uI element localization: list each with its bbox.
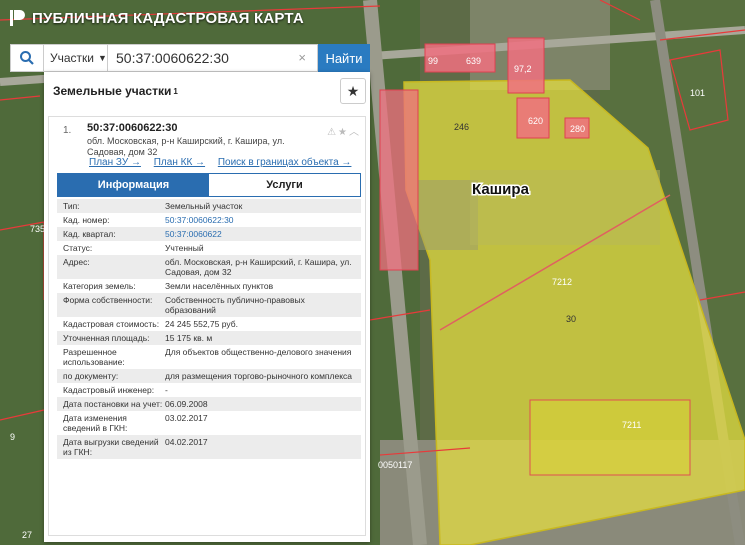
parcel-label: 9 — [10, 432, 15, 442]
row-key: Разрешенное использование: — [63, 347, 125, 367]
parcel-label: 101 — [690, 88, 705, 98]
row-key: Категория земель: — [63, 281, 136, 291]
parcel-building — [418, 180, 478, 250]
table-row: Дата выгрузки сведений из ГКН: 04.02.2017 — [57, 435, 361, 459]
panel-header: Земельные участки 1 — [44, 72, 370, 110]
row-key: Уточненная площадь: — [63, 333, 150, 343]
app-title: ПУБЛИЧНАЯ КАДАСТРОВАЯ КАРТА — [32, 9, 304, 27]
parcel-card: 1. 50:37:0060622:30 обл. Московская, р-н… — [48, 116, 366, 536]
tab-information[interactable]: Информация — [58, 174, 209, 196]
parcel-label: 7211 — [622, 420, 641, 430]
parcel-address: обл. Московская, р-н Каширский, г. Кашир… — [87, 136, 285, 157]
search-icon[interactable] — [10, 44, 44, 72]
row-key: Тип: — [63, 201, 80, 211]
favorite-star-button[interactable]: ★ — [340, 78, 366, 104]
table-row: Кад. номер: 50:37:0060622:30 — [57, 213, 361, 227]
city-label: Кашира — [472, 181, 530, 198]
parcel-label: 99 — [428, 56, 438, 66]
row-value: обл. Московская, р-н Каширский, г. Кашир… — [165, 257, 352, 277]
search-type-dropdown[interactable]: Участки ▼ — [44, 44, 108, 72]
row-value: 03.02.2017 — [165, 413, 208, 423]
parcel-label: 639 — [466, 56, 481, 66]
row-value: Земли населённых пунктов — [165, 281, 274, 291]
search-in-bounds-link[interactable]: Поиск в границах объекта → — [218, 157, 352, 168]
row-key: Адрес: — [63, 257, 90, 267]
parcel-label: 30 — [566, 314, 576, 324]
table-row: Категория земель: Земли населённых пункто… — [57, 279, 361, 293]
parcel-label: 27 — [22, 530, 32, 540]
table-row: по документу: для размещения торгово-рыно… — [57, 369, 361, 383]
chevron-down-icon: ▼ — [98, 53, 107, 63]
row-value[interactable]: 50:37:0060622:30 — [165, 215, 361, 225]
row-key: Кадастровый инженер: — [63, 385, 155, 395]
parcel-label: 280 — [570, 124, 585, 134]
row-key: Дата выгрузки сведений из ГКН: — [63, 437, 159, 457]
row-value: 06.09.2008 — [165, 399, 208, 409]
row-value: Учтенный — [165, 243, 204, 253]
results-panel: Земельные участки 1 ★ 1. 50:37:0060622:3… — [44, 72, 370, 542]
row-value: - — [165, 385, 168, 395]
table-row: Уточненная площадь: 15 175 кв. м — [57, 331, 361, 345]
parcel-label: 7212 — [552, 277, 572, 287]
table-row: Адрес: обл. Московская, р-н Каширский, г.… — [57, 255, 361, 279]
row-value: Собственность публично-правовых образова… — [165, 295, 305, 315]
panel-title: Земельные участки — [53, 84, 172, 98]
clear-icon[interactable]: × — [298, 50, 306, 65]
row-value: 24 245 552,75 руб. — [165, 319, 238, 329]
item-number: 1. — [63, 125, 72, 136]
table-row: Разрешенное использование: Для объектов о… — [57, 345, 361, 369]
row-key: Статус: — [63, 243, 93, 253]
search-type-label: Участки — [50, 51, 94, 65]
row-value: Земельный участок — [165, 201, 243, 211]
row-key: Дата постановки на учет: — [63, 399, 163, 409]
search-bar: Участки ▼ × Найти — [10, 44, 370, 72]
card-action-icons[interactable]: ⚠★︿ — [327, 123, 361, 138]
table-row: Кад. квартал: 50:37:0060622 — [57, 227, 361, 241]
row-value: для размещения торгово-рыночного комплек… — [165, 371, 353, 381]
parcel-links: План ЗУ → План КК → Поиск в границах объ… — [89, 157, 361, 168]
plan-kk-link[interactable]: План КК → — [154, 157, 205, 168]
row-key: Кад. квартал: — [63, 229, 116, 239]
row-value: 04.02.2017 — [165, 437, 208, 447]
info-tabs: Информация Услуги — [57, 173, 361, 197]
row-key: Кад. номер: — [63, 215, 110, 225]
find-button[interactable]: Найти — [318, 44, 370, 72]
table-row: Форма собственности: Собственность публич… — [57, 293, 361, 317]
row-value[interactable]: 50:37:0060622 — [165, 229, 361, 239]
parcel-label: 0050117 — [378, 460, 412, 470]
table-row: Дата постановки на учет: 06.09.2008 — [57, 397, 361, 411]
table-row: Кадастровая стоимость: 24 245 552,75 руб. — [57, 317, 361, 331]
cadastral-number-title[interactable]: 50:37:0060622:30 — [87, 122, 178, 134]
table-row: Тип: Земельный участок — [57, 199, 361, 213]
search-input[interactable] — [108, 44, 318, 72]
row-key: по документу: — [63, 371, 119, 381]
parcel-red[interactable] — [379, 89, 419, 271]
parcel-building — [529, 399, 691, 476]
parcel-label: 246 — [454, 122, 469, 132]
row-value: 15 175 кв. м — [165, 333, 213, 343]
logo-icon[interactable] — [8, 8, 26, 28]
plan-zu-link[interactable]: План ЗУ → — [89, 157, 141, 168]
parcel-label: 97,2 — [514, 64, 532, 74]
row-value: Для объектов общественно-делового значен… — [165, 347, 352, 357]
tab-services[interactable]: Услуги — [209, 174, 360, 196]
attribute-table: Тип: Земельный участок Кад. номер: 50:37:0… — [57, 199, 361, 459]
row-key: Дата изменения сведений в ГКН: — [63, 413, 128, 433]
row-key: Кадастровая стоимость: — [63, 319, 160, 329]
row-key: Форма собственности: — [63, 295, 153, 305]
table-row: Дата изменения сведений в ГКН: 03.02.2017 — [57, 411, 361, 435]
parcel-label: 620 — [528, 116, 543, 126]
table-row: Кадастровый инженер: - — [57, 383, 361, 397]
table-row: Статус: Учтенный — [57, 241, 361, 255]
app-header: ПУБЛИЧНАЯ КАДАСТРОВАЯ КАРТА — [0, 0, 360, 36]
results-count: 1 — [173, 86, 178, 96]
parcel-label: 735 — [30, 224, 45, 234]
